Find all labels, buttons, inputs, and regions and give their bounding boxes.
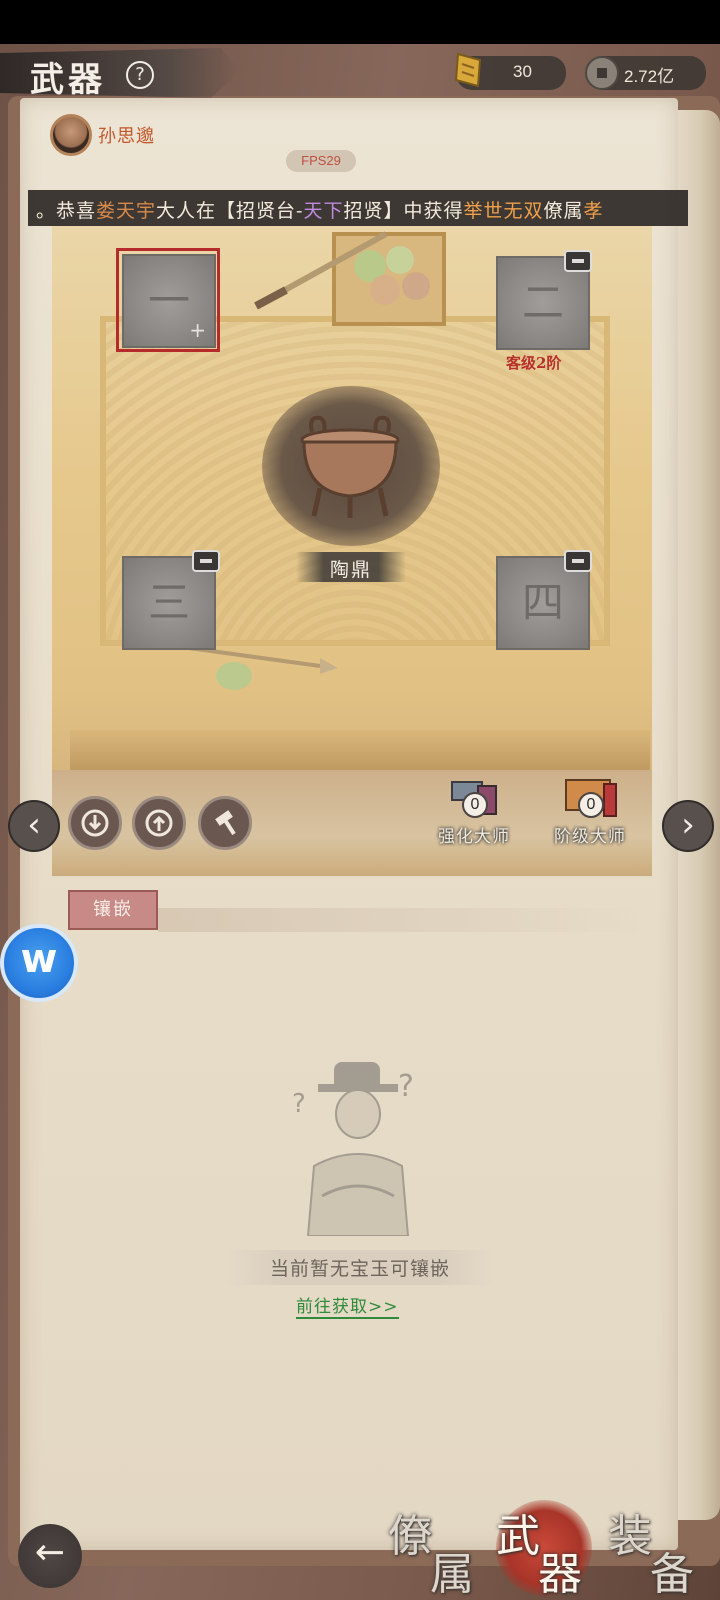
next-item-button[interactable]: › bbox=[662, 800, 714, 852]
page-title: 武器 bbox=[30, 60, 106, 100]
svg-text:?: ? bbox=[398, 1069, 414, 1104]
tab-equipment[interactable]: 装 备 bbox=[600, 1500, 720, 1600]
lock-icon bbox=[192, 550, 220, 572]
ticker-pool: 天下 bbox=[303, 200, 344, 222]
hero-avatar[interactable] bbox=[50, 114, 92, 156]
ticker-suffix: 僚属 bbox=[543, 200, 584, 222]
go-obtain-link[interactable]: 前往获取>> bbox=[296, 1292, 399, 1319]
ticker-player: 娄天宇 bbox=[96, 200, 157, 222]
rank-master-label: 阶级大师 bbox=[554, 827, 626, 847]
hero-name: 孙思邈 bbox=[98, 126, 155, 147]
back-button[interactable]: ← bbox=[18, 1524, 82, 1588]
sword-decoration bbox=[254, 231, 388, 310]
assistant-icon: w bbox=[20, 936, 58, 982]
slot-requirement: 客级2阶 bbox=[506, 354, 562, 372]
rank-master-level: 0 bbox=[578, 792, 604, 818]
swirl-up-icon bbox=[145, 809, 173, 837]
lock-icon bbox=[564, 550, 592, 572]
forge-button[interactable] bbox=[198, 796, 252, 850]
hammer-icon bbox=[215, 810, 236, 836]
ticker-middle1: 大人在【招贤台- bbox=[156, 200, 304, 222]
status-bar bbox=[0, 0, 720, 44]
confused-official-illustration: ? ? bbox=[292, 1062, 414, 1236]
fps-indicator: FPS29 bbox=[286, 150, 356, 172]
upgrade-button[interactable] bbox=[132, 796, 186, 850]
scene-floor bbox=[70, 730, 650, 770]
unequip-button[interactable] bbox=[68, 796, 122, 850]
ticker-text: 。恭喜娄天宇大人在【招贤台-天下招贤】中获得举世无双僚属孝 bbox=[36, 196, 604, 223]
tab-char: 属 bbox=[430, 1549, 474, 1600]
tab-char: 备 bbox=[650, 1549, 694, 1600]
enhance-master-level: 0 bbox=[462, 792, 488, 818]
coin-amount: 2.72亿 bbox=[624, 67, 675, 86]
rank-master-button[interactable]: 0 阶级大师 bbox=[544, 772, 636, 852]
gold-ingot-icon bbox=[454, 52, 482, 88]
item-name: 陶鼎 bbox=[329, 559, 372, 581]
empty-state-text: 当前暂无宝玉可镶嵌 bbox=[226, 1250, 494, 1285]
ticker-tail: 孝 bbox=[583, 200, 604, 222]
tab-char: 装 bbox=[608, 1511, 652, 1562]
pottery-cauldron-icon[interactable] bbox=[290, 412, 410, 522]
section-divider bbox=[158, 908, 658, 932]
ticker-prefix: 。恭喜 bbox=[36, 200, 97, 222]
help-button[interactable]: ? bbox=[126, 61, 154, 89]
tab-char: 器 bbox=[538, 1549, 582, 1600]
gem-slot-1[interactable]: 一 + bbox=[122, 254, 216, 348]
ticker-reward: 举世无双 bbox=[463, 200, 544, 222]
add-icon: + bbox=[189, 318, 206, 342]
tab-retainers[interactable]: 僚 属 bbox=[380, 1500, 500, 1600]
enhance-master-label: 强化大师 bbox=[438, 827, 510, 847]
gold-amount: 30 bbox=[513, 62, 532, 81]
enhance-master-button[interactable]: 0 强化大师 bbox=[428, 772, 520, 852]
swirl-down-icon bbox=[81, 809, 109, 837]
tab-char: 僚 bbox=[388, 1511, 432, 1562]
svg-text:?: ? bbox=[292, 1089, 306, 1119]
copper-coin-icon bbox=[585, 56, 619, 90]
tab-char: 武 bbox=[496, 1511, 540, 1562]
tab-weapon[interactable]: 武 器 bbox=[488, 1500, 608, 1600]
floating-assistant-button[interactable]: w bbox=[0, 924, 78, 1002]
prev-item-button[interactable]: ‹ bbox=[8, 800, 60, 852]
lock-icon bbox=[564, 250, 592, 272]
tab-inlay[interactable]: 镶嵌 bbox=[68, 890, 158, 930]
ticker-middle2: 招贤】中获得 bbox=[343, 200, 464, 222]
